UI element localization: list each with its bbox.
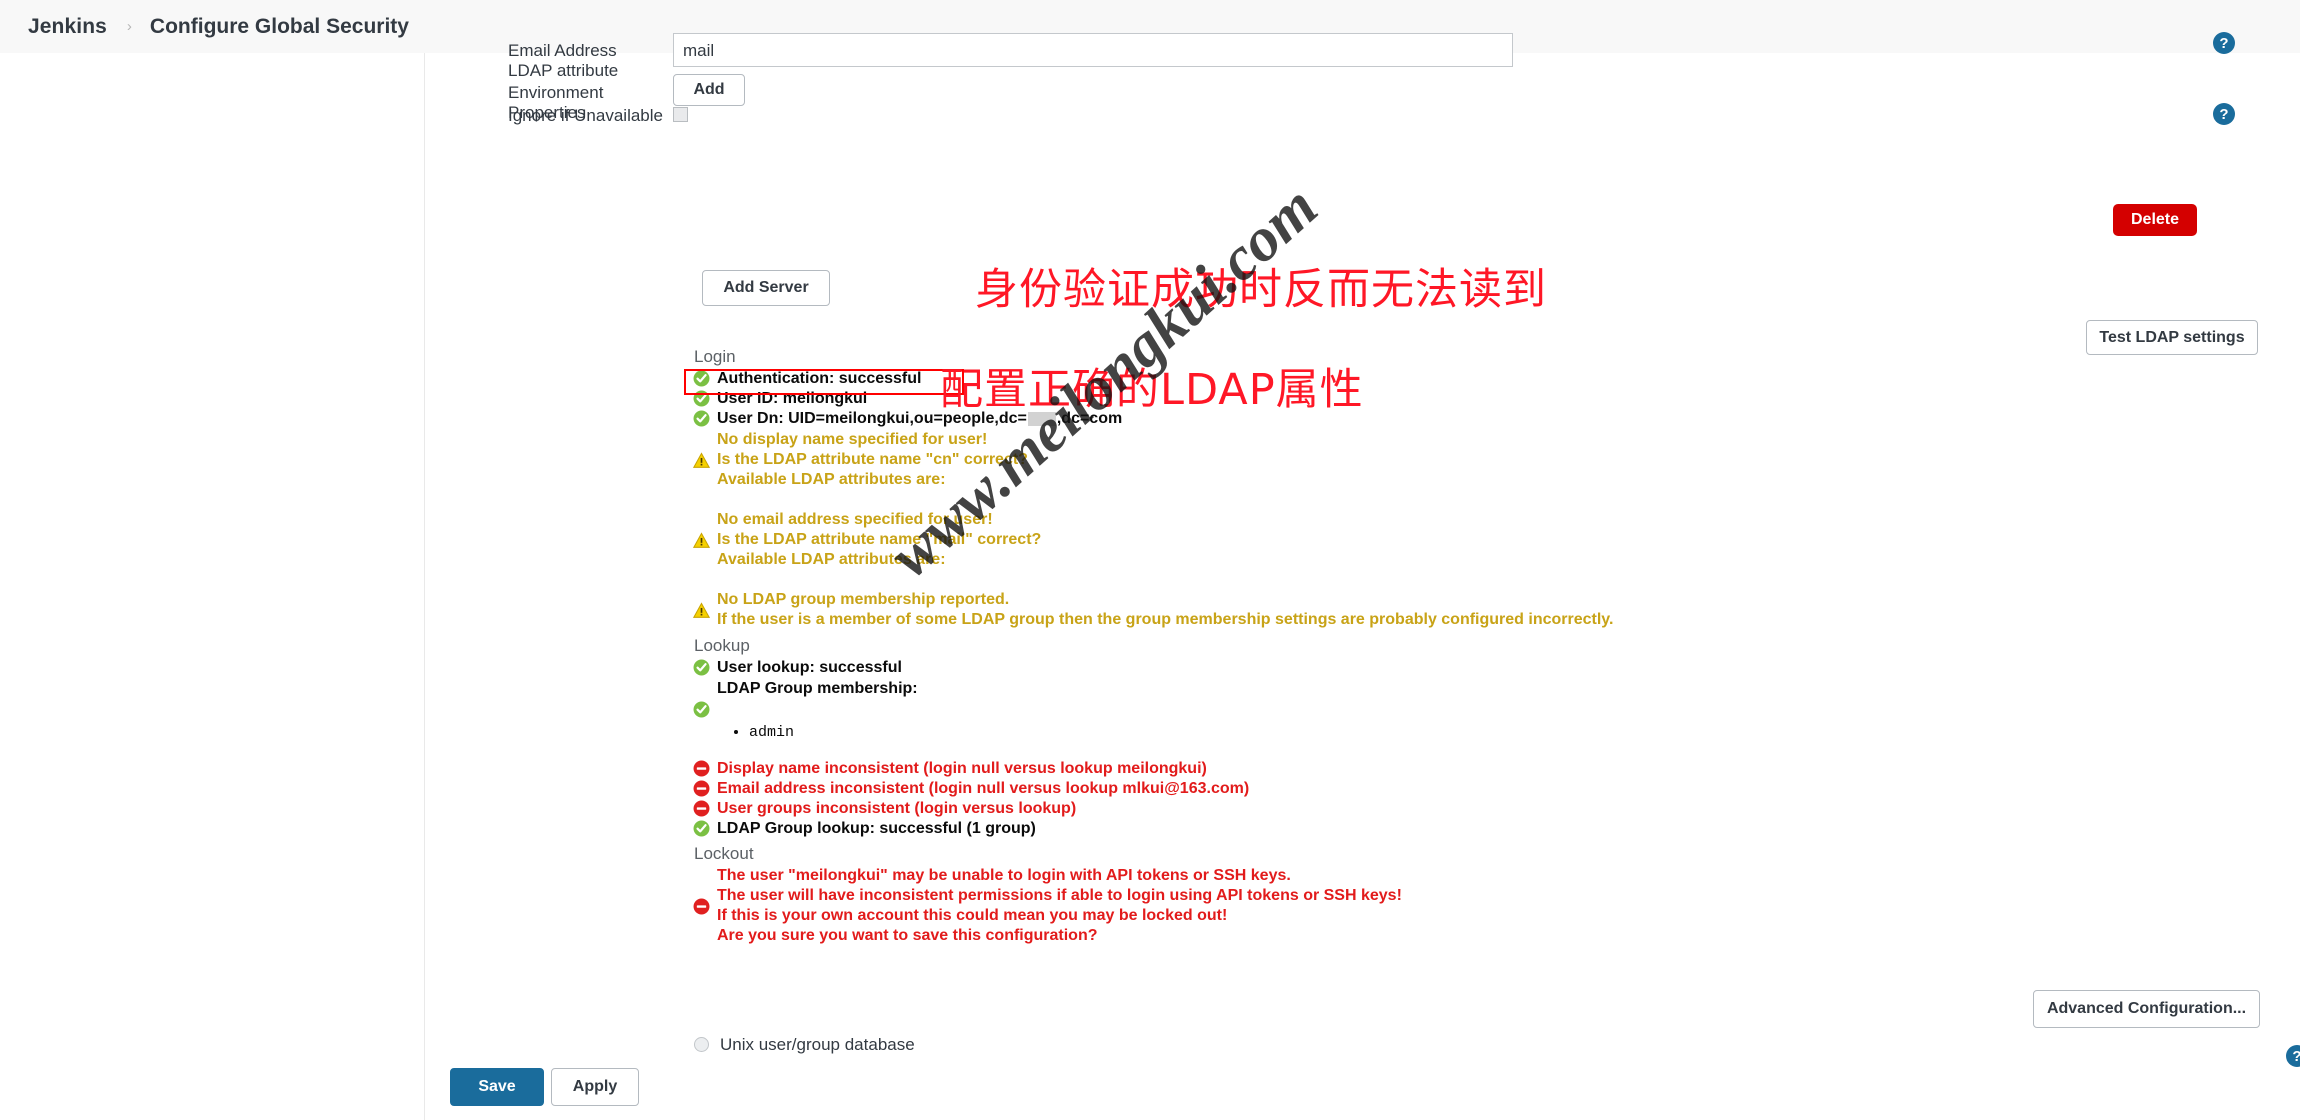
- jenkins-configure-global-security-page: Jenkins › Configure Global Security Emai…: [0, 0, 2300, 1120]
- ldap-group-membership-label: LDAP Group membership:: [717, 680, 918, 697]
- report-line-text: No display name specified for user!: [717, 431, 988, 448]
- help-icon-ignore-if-unavailable[interactable]: ?: [2213, 103, 2235, 125]
- lookup-section-heading: Lookup: [694, 636, 750, 655]
- report-line-email-inconsistent: Email address inconsistent (login null v…: [693, 779, 1893, 799]
- error-icon: [693, 898, 710, 915]
- report-line-text: Is the LDAP attribute name "cn" correct?: [717, 451, 1028, 468]
- report-line-text: Email address inconsistent (login null v…: [717, 780, 1250, 797]
- lockout-section-heading: Lockout: [694, 844, 754, 863]
- advanced-configuration-button[interactable]: Advanced Configuration...: [2033, 990, 2260, 1028]
- report-line-text: The user will have inconsistent permissi…: [717, 887, 1402, 904]
- email-warning-lines: No email address specified for user! Is …: [717, 510, 1041, 570]
- ignore-if-unavailable-label: Ignore if Unavailable: [508, 106, 663, 125]
- email-attribute-input[interactable]: mail: [673, 33, 1513, 67]
- report-line-group-membership-status: [693, 700, 1893, 718]
- ldap-test-report: Login Authentication: successful User ID…: [693, 347, 1893, 946]
- report-line-user-groups-inconsistent: User groups inconsistent (login versus l…: [693, 799, 1893, 819]
- report-line-text: User lookup: successful: [717, 659, 902, 676]
- error-icon: [693, 780, 710, 797]
- unix-database-radio[interactable]: [694, 1037, 709, 1052]
- unix-database-row: Unix user/group database: [694, 1035, 915, 1055]
- report-line-text: If this is your own account this could m…: [717, 907, 1228, 924]
- report-line-text: Display name inconsistent (login null ve…: [717, 760, 1207, 777]
- save-button[interactable]: Save: [450, 1068, 544, 1106]
- report-line-text: LDAP Group lookup: successful (1 group): [717, 820, 1036, 837]
- report-line-user-lookup: User lookup: successful: [693, 658, 1893, 678]
- report-line-text: Available LDAP attributes are:: [717, 471, 946, 488]
- unix-database-label: Unix user/group database: [720, 1035, 915, 1054]
- warning-icon: [693, 601, 710, 619]
- test-ldap-settings-button[interactable]: Test LDAP settings: [2086, 320, 2258, 355]
- ldap-group-list: admin: [693, 724, 1893, 741]
- warning-icon: [693, 531, 710, 549]
- error-icon: [693, 800, 710, 817]
- report-line-text: User groups inconsistent (login versus l…: [717, 800, 1077, 817]
- annotation-text-line2: 配置正确的LDAP属性: [940, 365, 1364, 415]
- report-line-text: Are you sure you want to save this confi…: [717, 927, 1098, 944]
- report-block-group-membership: No LDAP group membership reported. If th…: [693, 590, 1893, 630]
- delete-server-button[interactable]: Delete: [2113, 204, 2197, 236]
- report-block-email-address: No email address specified for user! Is …: [693, 510, 1893, 570]
- report-line-text: Is the LDAP attribute name "mail" correc…: [717, 531, 1042, 548]
- report-block-display-name: No display name specified for user! Is t…: [693, 430, 1893, 490]
- breadcrumb-current-page: Configure Global Security: [149, 14, 409, 38]
- add-environment-property-button[interactable]: Add: [673, 74, 745, 106]
- report-block-lockout: The user "meilongkui" may be unable to l…: [693, 866, 1893, 946]
- group-membership-warning-lines: No LDAP group membership reported. If th…: [717, 590, 1613, 630]
- ok-icon: [693, 701, 710, 718]
- report-line-text: No email address specified for user!: [717, 511, 993, 528]
- report-line-text: Available LDAP attributes are:: [717, 551, 946, 568]
- report-line-text: The user "meilongkui" may be unable to l…: [717, 867, 1291, 884]
- report-line-text: No LDAP group membership reported.: [717, 591, 1010, 608]
- breadcrumb-separator-icon: ›: [126, 18, 132, 35]
- report-line-text: If the user is a member of some LDAP gro…: [717, 611, 1614, 628]
- ignore-if-unavailable-row: Ignore if Unavailable: [508, 106, 688, 126]
- annotation-text-line1: 身份验证成功时反而无法读到: [975, 265, 1547, 315]
- display-name-warning-lines: No display name specified for user! Is t…: [717, 430, 1028, 490]
- ok-icon: [693, 659, 710, 676]
- report-line-group-lookup-successful: LDAP Group lookup: successful (1 group): [693, 819, 1893, 839]
- ok-icon: [693, 410, 710, 427]
- sidebar-panel: [0, 53, 425, 1120]
- warning-icon: [693, 451, 710, 469]
- lockout-warning-lines: The user "meilongkui" may be unable to l…: [717, 866, 1402, 946]
- ignore-if-unavailable-checkbox[interactable]: [673, 107, 688, 122]
- report-line-display-name-inconsistent: Display name inconsistent (login null ve…: [693, 759, 1893, 779]
- error-icon: [693, 760, 710, 777]
- help-icon-email-attribute[interactable]: ?: [2213, 32, 2235, 54]
- annotation-highlight-box: [684, 369, 964, 395]
- breadcrumb-jenkins-link[interactable]: Jenkins: [28, 15, 107, 39]
- ok-icon: [693, 820, 710, 837]
- list-item: admin: [749, 724, 1893, 741]
- apply-button[interactable]: Apply: [551, 1068, 639, 1106]
- add-server-button[interactable]: Add Server: [702, 270, 830, 306]
